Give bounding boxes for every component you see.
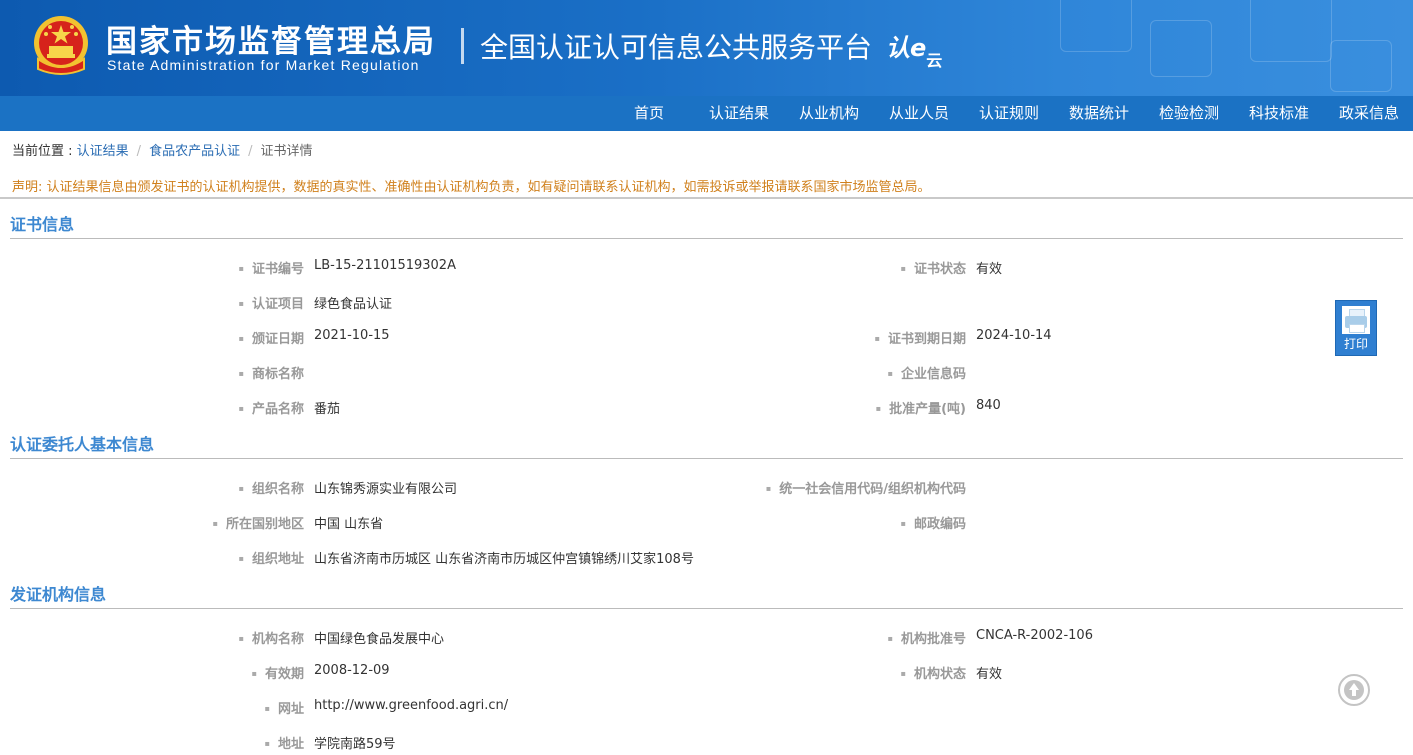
section-divider [10, 608, 1403, 609]
trademark-label: 商标名称 [239, 363, 304, 382]
section-title-issuer: 发证机构信息 [10, 585, 107, 604]
nav-item-personnel[interactable]: 从业人员 [889, 96, 949, 131]
header-decoration [1060, 0, 1132, 52]
breadcrumb-separator: / [248, 144, 253, 159]
header-decoration [1250, 0, 1332, 62]
website-label: 网址 [265, 698, 304, 717]
nav-item-inspection[interactable]: 检验检测 [1159, 96, 1219, 131]
section-title-cert: 证书信息 [10, 215, 75, 234]
issuer-name-value: 中国绿色食品发展中心 [314, 632, 445, 647]
section-divider [10, 458, 1403, 459]
notice-divider [0, 197, 1413, 199]
validity-value: 2008-12-09 [314, 663, 390, 678]
credit-code-label: 统一社会信用代码/组织机构代码 [766, 478, 966, 497]
issuer-status-value: 有效 [976, 667, 1003, 682]
main-nav: 首页 认证结果 从业机构 从业人员 认证规则 数据统计 检验检测 科技标准 政采… [0, 96, 1413, 131]
nav-item-rules[interactable]: 认证规则 [979, 96, 1039, 131]
section-divider [10, 238, 1403, 239]
nav-item-cert-results[interactable]: 认证结果 [709, 96, 769, 131]
header-decoration [1150, 20, 1212, 77]
breadcrumb-current: 证书详情 [260, 144, 313, 159]
validity-label: 有效期 [252, 663, 304, 682]
back-to-top-button[interactable] [1338, 674, 1370, 706]
logo-text: 认e [886, 34, 927, 62]
breadcrumb-separator: / [136, 144, 142, 159]
cert-no-value: LB-15-21101519302A [314, 258, 456, 273]
product-value: 番茄 [314, 402, 341, 417]
print-button[interactable]: 打印 [1335, 300, 1377, 356]
breadcrumb-link-cert-results[interactable]: 认证结果 [77, 144, 129, 159]
platform-title: 全国认证认可信息公共服务平台 [480, 31, 873, 64]
nav-item-statistics[interactable]: 数据统计 [1069, 96, 1129, 131]
breadcrumb: 当前位置 : 认证结果 / 食品农产品认证 / 证书详情 [12, 140, 312, 159]
approval-no-label: 机构批准号 [888, 628, 966, 647]
issuer-name-label: 机构名称 [239, 628, 304, 647]
cert-project-label: 认证项目 [239, 293, 304, 312]
issuer-status-label: 机构状态 [901, 663, 966, 682]
print-label: 打印 [1343, 337, 1368, 351]
region-value: 中国 山东省 [314, 517, 384, 532]
org-name-value: 山东锦秀源实业有限公司 [314, 482, 458, 497]
agency-title-english: State Administration for Market Regulati… [107, 57, 420, 73]
output-label: 批准产量(吨) [876, 398, 966, 417]
product-label: 产品名称 [239, 398, 304, 417]
cert-project-value: 绿色食品认证 [314, 297, 393, 312]
national-emblem-icon [34, 16, 88, 75]
logo-sub: 云 [926, 51, 943, 70]
disclaimer-notice: 声明: 认证结果信息由颁发证书的认证机构提供，数据的真实性、准确性由认证机构负责… [12, 180, 931, 195]
org-name-label: 组织名称 [239, 478, 304, 497]
expire-date-value: 2024-10-14 [976, 328, 1052, 343]
postcode-label: 邮政编码 [901, 513, 966, 532]
header-decoration [1330, 40, 1392, 92]
nav-item-institutions[interactable]: 从业机构 [799, 96, 859, 131]
breadcrumb-link-food-cert[interactable]: 食品农产品认证 [149, 144, 240, 159]
org-address-value: 山东省济南市历城区 山东省济南市历城区仲宫镇锦绣川艾家108号 [314, 552, 694, 567]
cert-status-value: 有效 [976, 262, 1003, 277]
expire-date-label: 证书到期日期 [875, 328, 966, 347]
printer-icon [1342, 306, 1370, 334]
issue-date-value: 2021-10-15 [314, 328, 390, 343]
section-title-client: 认证委托人基本信息 [10, 435, 155, 454]
site-header: 国家市场监督管理总局 State Administration for Mark… [0, 0, 1413, 96]
issue-date-label: 颁证日期 [239, 328, 304, 347]
region-label: 所在国别地区 [213, 513, 304, 532]
enterprise-code-label: 企业信息码 [888, 363, 966, 382]
title-divider [461, 28, 464, 64]
cert-status-label: 证书状态 [901, 258, 966, 277]
output-value: 840 [976, 398, 1001, 413]
nav-item-standards[interactable]: 科技标准 [1249, 96, 1309, 131]
arrow-up-icon [1344, 680, 1364, 700]
org-address-label: 组织地址 [239, 548, 304, 567]
nav-item-home[interactable]: 首页 [634, 96, 664, 131]
nav-item-procurement[interactable]: 政采信息 [1339, 96, 1399, 131]
issuer-address-label: 地址 [265, 733, 304, 752]
issuer-address-value: 学院南路59号 [314, 737, 396, 752]
printer-tray [1349, 324, 1365, 333]
website-value[interactable]: http://www.greenfood.agri.cn/ [314, 698, 508, 713]
breadcrumb-prefix: 当前位置 : [12, 144, 77, 159]
platform-logo: 认e云 [886, 28, 942, 71]
agency-title: 国家市场监督管理总局 [106, 24, 436, 60]
approval-no-value: CNCA-R-2002-106 [976, 628, 1093, 643]
cert-no-label: 证书编号 [239, 258, 304, 277]
